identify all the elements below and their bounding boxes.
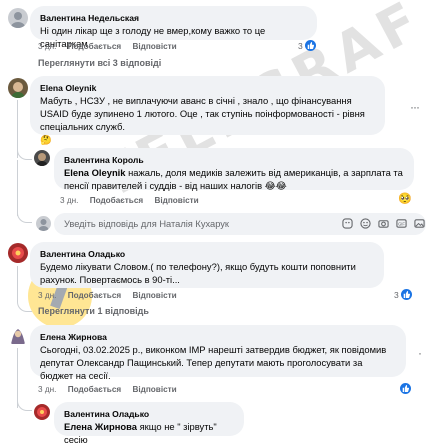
reply-author[interactable]: Валентина Король <box>64 154 404 166</box>
reply-button[interactable]: Відповісти <box>132 291 176 300</box>
like-icon <box>304 40 316 51</box>
like-button[interactable]: Подобається <box>68 42 121 51</box>
comment-text: Сьогодні, 03.02.2025 р., виконком ІМР на… <box>40 344 387 381</box>
thread-line <box>17 348 18 408</box>
comment-text: Мабуть , НСЗУ , не виплачуючи аванс в сі… <box>40 95 365 145</box>
input-toolbar: GIF <box>342 218 425 229</box>
emoji-icon[interactable] <box>360 218 371 229</box>
reaction-count[interactable]: 3 <box>394 289 412 300</box>
image-icon[interactable] <box>414 218 425 229</box>
like-button[interactable]: Подобається <box>90 196 143 205</box>
view-replies-link[interactable]: Переглянути всі 3 відповіді <box>38 58 161 68</box>
gif-icon[interactable]: GIF <box>396 218 407 229</box>
like-button[interactable]: Подобається <box>68 385 121 394</box>
comment-author[interactable]: Валентина Оладько <box>40 248 374 260</box>
sticker-icon[interactable] <box>342 218 353 229</box>
comment-author[interactable]: Елена Жирнова <box>40 331 396 343</box>
mention-tag[interactable]: Елена Жирнова <box>64 421 137 432</box>
comment-text: Будемо лікувати Словом.( по телефону?), … <box>40 261 356 285</box>
reply-text: Елена Жирнова якщо не " зірвуть" сесію <box>64 421 217 445</box>
more-options-icon[interactable]: ··· <box>410 100 420 114</box>
more-options-icon[interactable]: · <box>418 346 422 360</box>
comment-actions: 3 дн. Подобається Відповісти <box>38 291 186 300</box>
reply-button[interactable]: Відповісти <box>154 196 198 205</box>
comment-bubble: Елена Жирнова Сьогодні, 03.02.2025 р., в… <box>30 325 406 381</box>
comment-time[interactable]: 3 дн. <box>38 291 56 300</box>
svg-text:GIF: GIF <box>398 221 405 226</box>
avatar[interactable] <box>8 243 28 263</box>
avatar <box>36 216 51 231</box>
comment-actions: 3 дн. Подобається Відповісти <box>38 385 186 394</box>
reply-text: Elena Oleynik нажаль, доля медиків залеж… <box>64 167 403 191</box>
thread-branch <box>17 210 32 223</box>
thinking-emoji: 🤔 <box>40 134 52 145</box>
like-icon <box>400 289 412 300</box>
comment-time[interactable]: 3 дн. <box>38 385 56 394</box>
reply-time[interactable]: 3 дн. <box>60 196 78 205</box>
avatar[interactable] <box>8 326 28 346</box>
reply-input-placeholder: Уведіть відповідь для Наталія Кухарук <box>64 219 229 229</box>
comment-actions: 3 дн. Подобається Відповісти <box>38 42 186 51</box>
reply-author[interactable]: Валентина Оладько <box>64 408 234 420</box>
reply-actions: 3 дн. Подобається Відповісти <box>60 196 208 205</box>
view-replies-link[interactable]: Переглянути 1 відповідь <box>38 306 149 316</box>
thread-branch <box>17 150 32 160</box>
reaction-count[interactable]: 3 <box>298 40 316 51</box>
thread-branch <box>17 266 32 312</box>
comment-author[interactable]: Elena Oleynik <box>40 82 375 94</box>
like-button[interactable]: Подобається <box>68 291 121 300</box>
reaction-emoji[interactable]: 🥺 <box>398 192 412 205</box>
reply-button[interactable]: Відповісти <box>132 385 176 394</box>
mention-tag[interactable]: Elena Oleynik <box>64 167 126 178</box>
avatar[interactable] <box>34 150 50 166</box>
comment-author[interactable]: Валентина Недельская <box>40 12 307 24</box>
reply-button[interactable]: Відповісти <box>132 42 176 51</box>
reply-bubble: Валентина Оладько Елена Жирнова якщо не … <box>54 402 244 445</box>
avatar[interactable] <box>8 78 28 98</box>
laughing-emoji: 😂😂 <box>264 180 287 191</box>
comment-bubble: Валентина Недельская Ні один лікар ще з … <box>30 6 317 49</box>
camera-icon[interactable] <box>378 218 389 229</box>
avatar[interactable] <box>8 8 28 28</box>
thread-line <box>17 160 18 216</box>
reply-bubble: Валентина Король Elena Oleynik нажаль, д… <box>54 148 414 191</box>
comment-bubble: Elena Oleynik Мабуть , НСЗУ , не виплачу… <box>30 76 385 145</box>
comment-time[interactable]: 3 дн. <box>38 42 56 51</box>
thread-branch <box>17 400 32 411</box>
like-icon[interactable] <box>400 383 411 394</box>
avatar[interactable] <box>34 404 50 420</box>
comment-bubble: Валентина Оладько Будемо лікувати Словом… <box>30 242 384 288</box>
